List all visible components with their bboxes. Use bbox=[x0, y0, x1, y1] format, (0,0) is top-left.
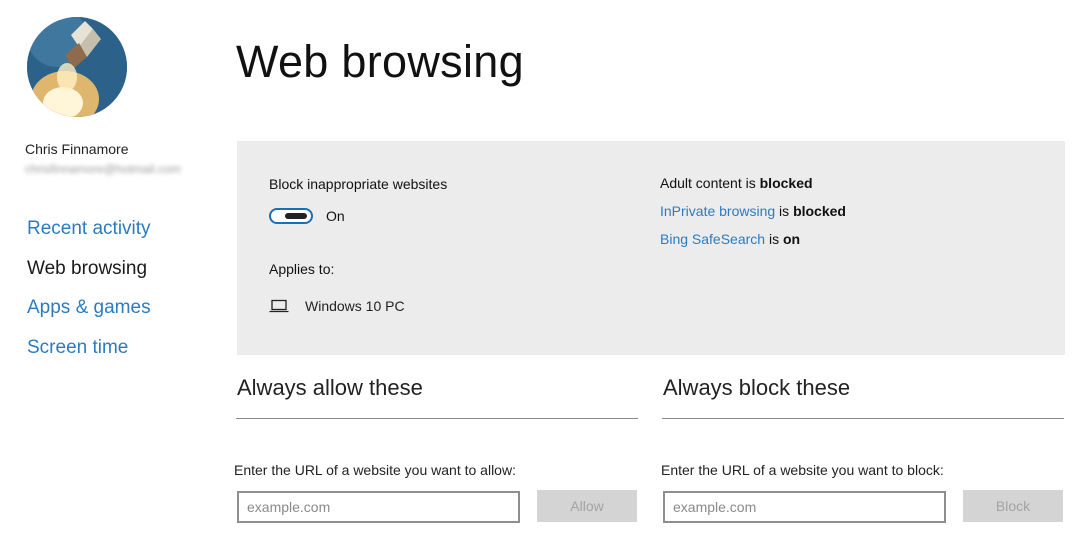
device-name: Windows 10 PC bbox=[305, 298, 405, 314]
avatar[interactable] bbox=[27, 17, 127, 117]
allow-url-hint: Enter the URL of a website you want to a… bbox=[234, 462, 516, 478]
allow-divider bbox=[236, 418, 638, 419]
settings-panel: Block inappropriate websites On Applies … bbox=[237, 141, 1065, 355]
bing-safesearch-link[interactable]: Bing SafeSearch bbox=[660, 231, 765, 247]
allow-button[interactable]: Allow bbox=[537, 490, 637, 522]
bing-safesearch-status: Bing SafeSearch is on bbox=[660, 231, 800, 247]
bing-value: on bbox=[782, 231, 801, 247]
adult-content-prefix: Adult content is bbox=[660, 175, 760, 191]
bing-mid: is bbox=[765, 231, 783, 247]
nav-item-web-browsing[interactable]: Web browsing bbox=[27, 257, 151, 297]
toggle-state-label: On bbox=[326, 208, 345, 224]
allow-url-input[interactable] bbox=[237, 491, 520, 523]
block-websites-toggle[interactable] bbox=[269, 208, 313, 224]
toggle-knob bbox=[285, 213, 307, 219]
nav-item-recent-activity[interactable]: Recent activity bbox=[27, 217, 151, 257]
user-email: chrisfinnamore@hotmail.com bbox=[25, 162, 181, 176]
block-list-title: Always block these bbox=[663, 375, 851, 400]
shuttle-launch-image bbox=[27, 17, 127, 117]
adult-content-value: blocked bbox=[759, 175, 813, 191]
allow-list-title: Always allow these bbox=[237, 375, 423, 400]
nav-item-screen-time[interactable]: Screen time bbox=[27, 336, 151, 376]
block-url-hint: Enter the URL of a website you want to b… bbox=[661, 462, 944, 478]
user-name: Chris Finnamore bbox=[25, 141, 129, 157]
block-websites-label: Block inappropriate websites bbox=[269, 176, 448, 192]
laptop-icon bbox=[269, 299, 289, 313]
inprivate-mid: is bbox=[775, 203, 794, 219]
nav-item-apps-games[interactable]: Apps & games bbox=[27, 296, 151, 336]
inprivate-status: InPrivate browsing is blocked bbox=[660, 203, 846, 219]
block-divider bbox=[662, 418, 1064, 419]
page-title: Web browsing bbox=[236, 36, 524, 87]
block-url-input[interactable] bbox=[663, 491, 946, 523]
adult-content-status: Adult content is blocked bbox=[660, 175, 813, 191]
sidebar-nav: Recent activity Web browsing Apps & game… bbox=[27, 217, 151, 375]
applies-to-label: Applies to: bbox=[269, 261, 335, 277]
inprivate-browsing-link[interactable]: InPrivate browsing bbox=[660, 203, 775, 219]
inprivate-value: blocked bbox=[793, 203, 846, 219]
block-button[interactable]: Block bbox=[963, 490, 1063, 522]
